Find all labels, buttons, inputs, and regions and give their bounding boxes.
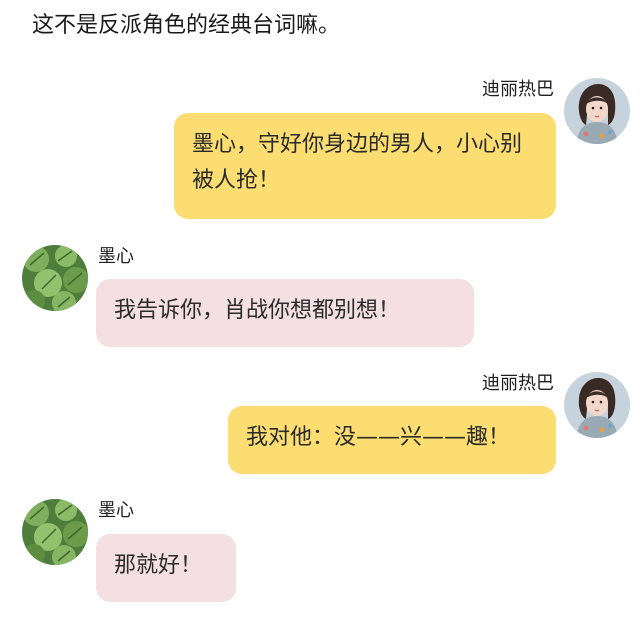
avatar[interactable] bbox=[22, 245, 88, 311]
sender-name: 迪丽热巴 bbox=[482, 79, 554, 100]
sender-name: 墨心 bbox=[98, 246, 134, 267]
avatar[interactable] bbox=[564, 372, 630, 438]
sender-name: 迪丽热巴 bbox=[482, 373, 554, 394]
sender-name: 墨心 bbox=[98, 500, 134, 521]
female-portrait-avatar-icon bbox=[564, 78, 630, 144]
chat-bubble[interactable]: 那就好！ bbox=[96, 534, 236, 602]
chat-bubble[interactable]: 我告诉你，肖战你想都别想！ bbox=[96, 279, 474, 347]
chat-bubble[interactable]: 我对他：没——兴——趣！ bbox=[228, 406, 556, 474]
green-leaf-avatar-icon bbox=[22, 499, 88, 565]
chat-bubble[interactable]: 墨心，守好你身边的男人，小心别被人抢！ bbox=[174, 113, 556, 219]
green-leaf-avatar-icon bbox=[22, 245, 88, 311]
avatar[interactable] bbox=[22, 499, 88, 565]
intro-text: 这不是反派角色的经典台词嘛。 bbox=[32, 13, 341, 38]
avatar[interactable] bbox=[564, 78, 630, 144]
female-portrait-avatar-icon bbox=[564, 372, 630, 438]
